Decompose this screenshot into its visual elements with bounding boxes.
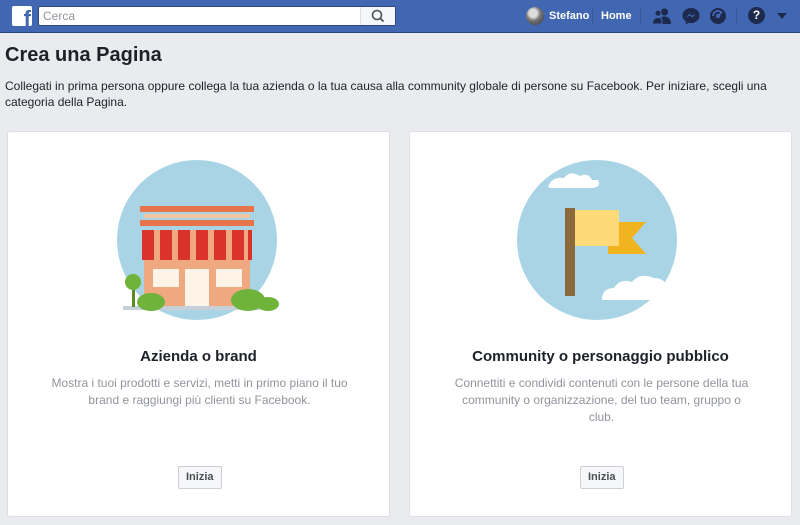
community-public-figure-card[interactable]: Community o personaggio pubblico Connett… [409, 131, 792, 517]
avatar [526, 7, 544, 25]
top-navigation-bar: f Stefano Home ? [0, 0, 800, 33]
help-icon[interactable]: ? [748, 7, 765, 24]
card-description: Mostra i tuoi prodotti e servizi, metti … [51, 376, 348, 407]
profile-link[interactable]: Stefano [526, 6, 589, 26]
card-title: Azienda o brand [140, 348, 257, 365]
notifications-icon[interactable] [708, 7, 728, 25]
start-community-page-button[interactable]: Inizia [580, 466, 624, 489]
business-brand-card[interactable]: Azienda o brand Mostra i tuoi prodotti e… [7, 131, 390, 517]
store-illustration [117, 160, 279, 320]
nav-divider [592, 9, 593, 23]
search-icon [371, 9, 385, 23]
page-description: Collegati in prima persona oppure colleg… [5, 79, 767, 109]
card-title: Community o personaggio pubblico [472, 348, 729, 365]
home-link[interactable]: Home [601, 10, 632, 22]
search-button[interactable] [360, 7, 395, 25]
facebook-logo[interactable]: f [12, 6, 32, 26]
nav-divider [736, 9, 737, 23]
caret-down-icon[interactable] [777, 13, 787, 19]
nav-divider [640, 9, 641, 23]
search-box [38, 6, 396, 26]
start-business-page-button[interactable]: Inizia [178, 466, 222, 489]
search-input[interactable] [43, 8, 363, 24]
user-name: Stefano [549, 10, 590, 22]
flag-illustration [517, 160, 682, 320]
card-description: Connettiti e condividi contenuti con le … [454, 376, 749, 424]
friend-requests-icon[interactable] [652, 7, 672, 25]
messenger-icon[interactable] [681, 7, 701, 25]
page-title: Crea una Pagina [5, 44, 162, 66]
